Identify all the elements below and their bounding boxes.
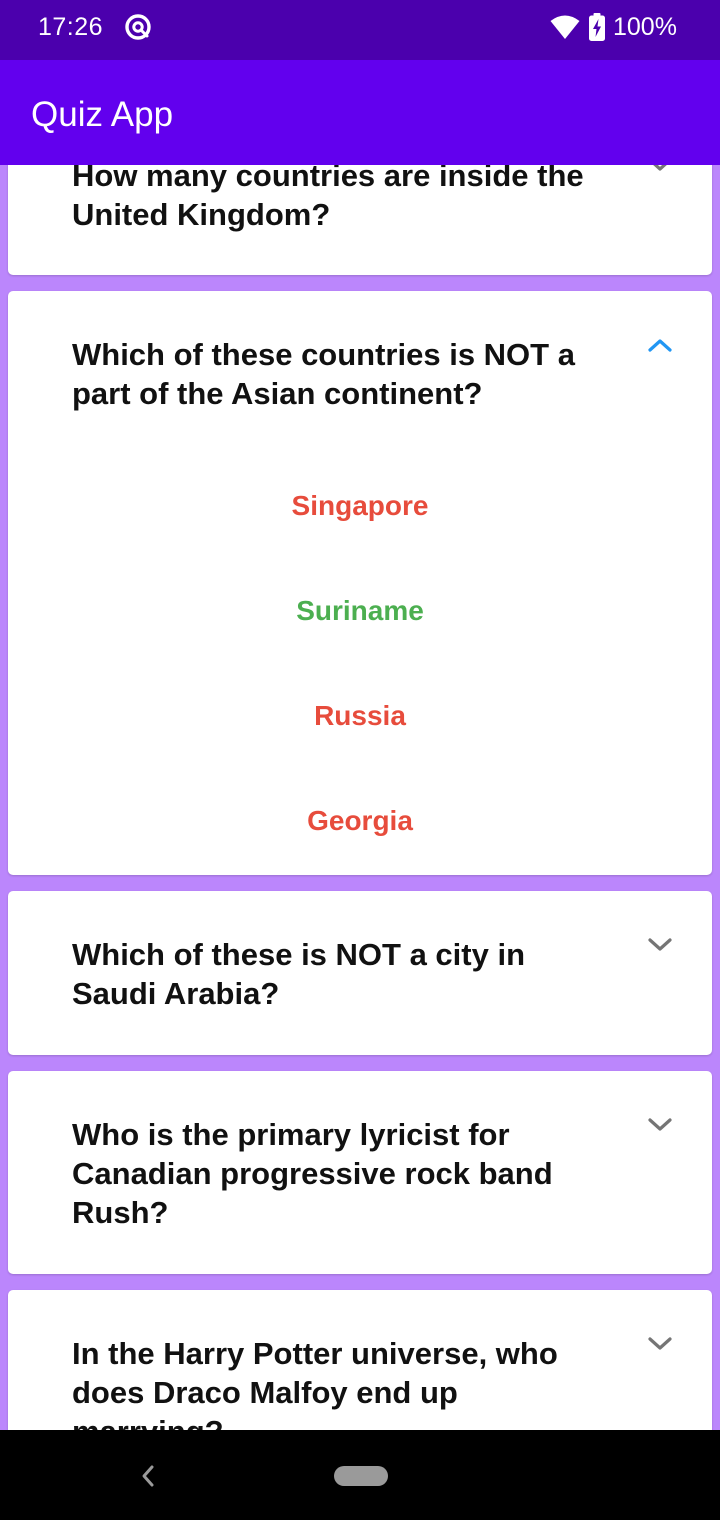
question-text: Who is the primary lyricist for Canadian… [72,1117,553,1230]
question-card[interactable]: How many countries are inside the United… [8,165,712,275]
status-time: 17:26 [38,13,104,41]
chevron-down-icon[interactable] [645,165,675,175]
answer-option[interactable]: Georgia [8,804,712,838]
navigation-bar [0,1430,720,1520]
question-text: Which of these countries is NOT a part o… [72,337,575,411]
answer-option[interactable]: Singapore [8,489,712,523]
answer-option-correct[interactable]: Suriname [8,594,712,628]
battery-percent: 100% [613,13,677,41]
question-card-expanded[interactable]: Which of these countries is NOT a part o… [8,291,712,875]
chevron-down-icon[interactable] [645,1334,675,1354]
status-bar: 17:26 100% [0,0,720,60]
question-text: Which of these is NOT a city in Saudi Ar… [72,937,526,1011]
at-sign-icon [125,14,151,40]
wifi-icon [550,15,580,39]
chevron-up-icon[interactable] [645,335,675,355]
app-title: Quiz App [31,95,174,134]
battery-charging-icon [589,13,605,41]
chevron-down-icon[interactable] [645,935,675,955]
question-card[interactable]: Who is the primary lyricist for Canadian… [8,1071,712,1274]
back-chevron-icon[interactable] [138,1463,158,1489]
question-text: In the Harry Potter universe, who does D… [72,1336,558,1430]
chevron-down-icon[interactable] [645,1115,675,1135]
question-text: How many countries are inside the United… [72,165,584,232]
question-list[interactable]: How many countries are inside the United… [0,165,720,1430]
answer-option[interactable]: Russia [8,699,712,733]
question-card[interactable]: Which of these is NOT a city in Saudi Ar… [8,891,712,1055]
home-pill-icon[interactable] [334,1466,388,1486]
question-card[interactable]: In the Harry Potter universe, who does D… [8,1290,712,1430]
